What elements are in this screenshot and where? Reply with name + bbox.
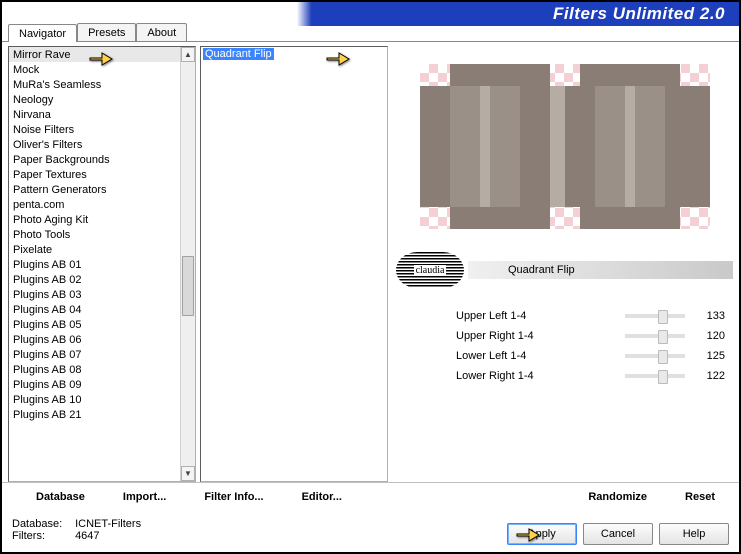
list-item[interactable]: Plugins AB 09 <box>9 377 180 392</box>
list-item[interactable]: Neology <box>9 92 180 107</box>
category-list[interactable]: Mirror Rave Mock MuRa's Seamless Neology… <box>8 46 196 482</box>
param-value: 120 <box>693 330 725 342</box>
filter-name-label: Quadrant Flip <box>468 261 733 279</box>
param-slider[interactable] <box>625 314 685 318</box>
command-row: Database Import... Filter Info... Editor… <box>2 482 739 511</box>
tab-about[interactable]: About <box>136 23 187 41</box>
help-button[interactable]: Help <box>659 523 729 545</box>
list-item[interactable]: Paper Backgrounds <box>9 152 180 167</box>
filters-count-value: 4647 <box>75 530 99 542</box>
list-item[interactable]: Photo Tools <box>9 227 180 242</box>
list-item[interactable]: Plugins AB 02 <box>9 272 180 287</box>
logo-icon: claudia <box>396 252 464 288</box>
list-item[interactable]: MuRa's Seamless <box>9 77 180 92</box>
param-slider[interactable] <box>625 334 685 338</box>
status-bar: Database: ICNET-Filters Filters: 4647 Ap… <box>2 511 739 549</box>
param-value: 122 <box>693 370 725 382</box>
list-item[interactable]: Pixelate <box>9 242 180 257</box>
param-slider[interactable] <box>625 354 685 358</box>
scroll-down-icon[interactable]: ▼ <box>181 466 195 481</box>
tab-navigator[interactable]: Navigator <box>8 24 77 42</box>
filter-list[interactable]: Quadrant Flip <box>200 46 388 482</box>
list-item[interactable]: Plugins AB 06 <box>9 332 180 347</box>
filters-count-label: Filters: <box>12 530 72 542</box>
list-item[interactable]: Noise Filters <box>9 122 180 137</box>
params-panel: Upper Left 1-4 133 Upper Right 1-4 120 L… <box>396 306 733 386</box>
list-item[interactable]: Paper Textures <box>9 167 180 182</box>
list-item[interactable]: Plugins AB 07 <box>9 347 180 362</box>
scroll-up-icon[interactable]: ▲ <box>181 47 195 62</box>
list-item[interactable]: Plugins AB 05 <box>9 317 180 332</box>
main-content: Mirror Rave Mock MuRa's Seamless Neology… <box>2 42 739 482</box>
param-row: Lower Left 1-4 125 <box>456 346 725 366</box>
app-title: Filters Unlimited 2.0 <box>553 4 725 24</box>
list-item[interactable]: Plugins AB 08 <box>9 362 180 377</box>
apply-button[interactable]: Apply <box>507 523 577 545</box>
list-item[interactable]: Plugins AB 21 <box>9 407 180 422</box>
list-item[interactable]: Mirror Rave <box>9 47 180 62</box>
param-row: Lower Right 1-4 122 <box>456 366 725 386</box>
list-item[interactable]: Plugins AB 03 <box>9 287 180 302</box>
list-item[interactable]: Plugins AB 04 <box>9 302 180 317</box>
scroll-thumb[interactable] <box>182 256 194 316</box>
list-item[interactable]: Nirvana <box>9 107 180 122</box>
database-value: ICNET-Filters <box>75 518 141 530</box>
import-button[interactable]: Import... <box>115 489 174 505</box>
list-item[interactable]: Plugins AB 10 <box>9 392 180 407</box>
editor-button[interactable]: Editor... <box>294 489 350 505</box>
param-label: Upper Right 1-4 <box>456 330 625 342</box>
randomize-button[interactable]: Randomize <box>580 489 655 505</box>
param-label: Lower Left 1-4 <box>456 350 625 362</box>
cancel-button[interactable]: Cancel <box>583 523 653 545</box>
list-item[interactable]: penta.com <box>9 197 180 212</box>
param-value: 125 <box>693 350 725 362</box>
database-label: Database: <box>12 518 72 530</box>
filter-info-button[interactable]: Filter Info... <box>196 489 271 505</box>
param-label: Lower Right 1-4 <box>456 370 625 382</box>
list-item[interactable]: Pattern Generators <box>9 182 180 197</box>
param-value: 133 <box>693 310 725 322</box>
tab-presets[interactable]: Presets <box>77 23 136 41</box>
right-pane: claudia Quadrant Flip Upper Left 1-4 133… <box>392 46 733 482</box>
preview-image <box>420 64 710 229</box>
param-label: Upper Left 1-4 <box>456 310 625 322</box>
reset-button[interactable]: Reset <box>677 489 723 505</box>
list-item[interactable]: Photo Aging Kit <box>9 212 180 227</box>
list-item[interactable]: Mock <box>9 62 180 77</box>
param-row: Upper Left 1-4 133 <box>456 306 725 326</box>
param-row: Upper Right 1-4 120 <box>456 326 725 346</box>
param-slider[interactable] <box>625 374 685 378</box>
list-item[interactable]: Plugins AB 01 <box>9 257 180 272</box>
list-item[interactable]: Quadrant Flip <box>203 48 274 60</box>
list-item[interactable]: Oliver's Filters <box>9 137 180 152</box>
database-button[interactable]: Database <box>28 489 93 505</box>
scrollbar[interactable]: ▲ ▼ <box>180 47 195 481</box>
